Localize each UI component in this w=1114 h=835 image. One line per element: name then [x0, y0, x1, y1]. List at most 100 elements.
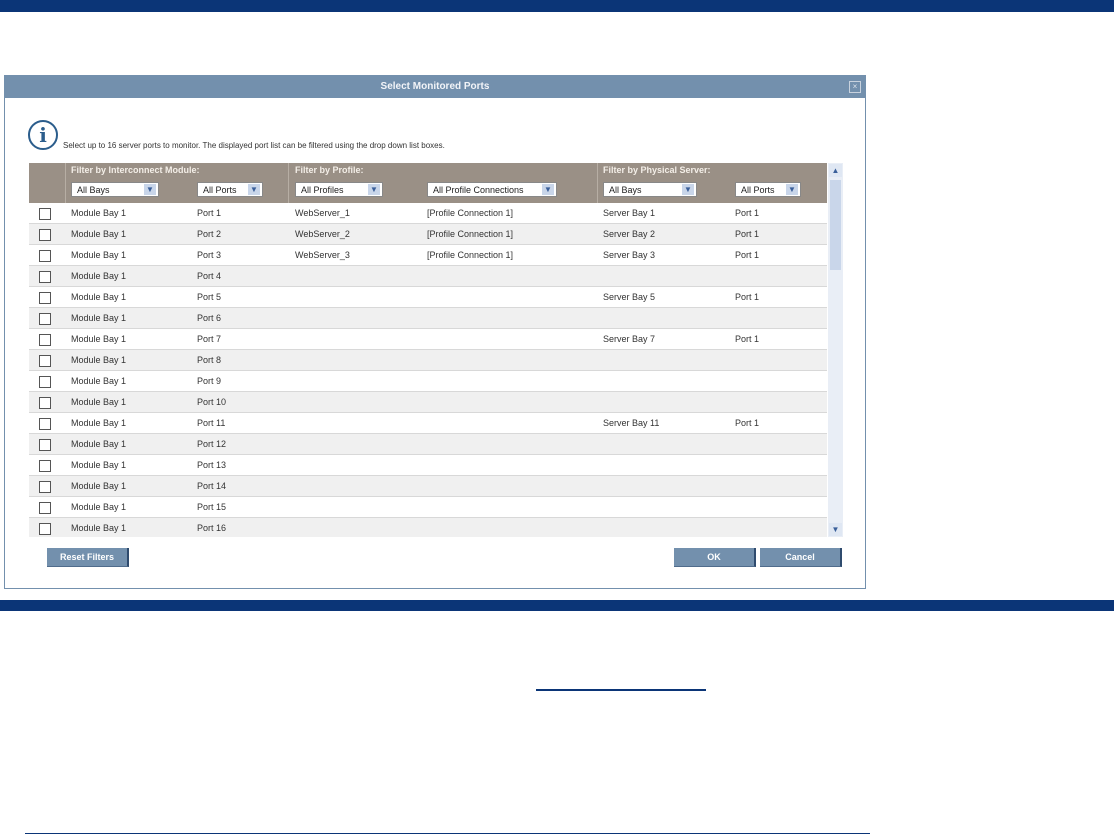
scroll-down-icon[interactable]: ▼ — [829, 523, 842, 536]
module-port-cell: Port 11 — [197, 418, 226, 428]
module-bay-cell: Module Bay 1 — [71, 208, 127, 218]
module-port-cell: Port 6 — [197, 313, 222, 323]
ok-button[interactable]: OK — [674, 548, 756, 567]
bottom-banner — [0, 600, 1114, 611]
server-port-cell: Port 1 — [735, 229, 760, 239]
module-bay-cell: Module Bay 1 — [71, 271, 127, 281]
module-port-cell: Port 10 — [197, 397, 227, 407]
close-icon[interactable]: × — [849, 81, 861, 93]
row-checkbox[interactable] — [39, 376, 51, 388]
vertical-scrollbar[interactable]: ▲ ▼ — [828, 163, 843, 537]
link-underline — [536, 689, 706, 691]
profile-select[interactable]: All Profiles ▼ — [295, 182, 383, 197]
server-port-select[interactable]: All Ports ▼ — [735, 182, 801, 197]
module-filter-label: Filter by Interconnect Module: — [71, 165, 200, 175]
instruction-text: Select up to 16 server ports to monitor.… — [63, 141, 445, 150]
table-row[interactable]: Module Bay 1 Port 16 — [29, 518, 827, 537]
module-bay-cell: Module Bay 1 — [71, 334, 127, 344]
footer-divider — [25, 833, 870, 834]
module-port-select[interactable]: All Ports ▼ — [197, 182, 263, 197]
info-icon: i — [28, 120, 58, 150]
table-row[interactable]: Module Bay 1 Port 11 Server Bay 11 Port 1 — [29, 413, 827, 434]
module-bay-cell: Module Bay 1 — [71, 355, 127, 365]
module-port-cell: Port 4 — [197, 271, 222, 281]
server-bay-select[interactable]: All Bays ▼ — [603, 182, 697, 197]
table-row[interactable]: Module Bay 1 Port 14 — [29, 476, 827, 497]
module-bay-cell: Module Bay 1 — [71, 523, 127, 533]
module-bay-cell: Module Bay 1 — [71, 502, 127, 512]
row-checkbox[interactable] — [39, 502, 51, 514]
module-bay-cell: Module Bay 1 — [71, 418, 127, 428]
filter-header: Filter by Interconnect Module: Filter by… — [29, 163, 827, 203]
row-checkbox[interactable] — [39, 334, 51, 346]
table-row[interactable]: Module Bay 1 Port 12 — [29, 434, 827, 455]
server-bay-cell: Server Bay 2 — [603, 229, 656, 239]
module-bay-cell: Module Bay 1 — [71, 481, 127, 491]
server-port-cell: Port 1 — [735, 208, 760, 218]
table-row[interactable]: Module Bay 1 Port 13 — [29, 455, 827, 476]
module-port-cell: Port 3 — [197, 250, 222, 260]
row-checkbox[interactable] — [39, 523, 51, 535]
row-checkbox[interactable] — [39, 229, 51, 241]
module-port-cell: Port 14 — [197, 481, 227, 491]
select-value: All Ports — [741, 185, 775, 195]
row-checkbox[interactable] — [39, 208, 51, 220]
ports-list: Module Bay 1 Port 1 WebServer_1 [Profile Co… — [29, 203, 827, 537]
reset-filters-button[interactable]: Reset Filters — [47, 548, 129, 567]
server-filter-label: Filter by Physical Server: — [603, 165, 711, 175]
row-checkbox[interactable] — [39, 250, 51, 262]
profile-filter-label: Filter by Profile: — [295, 165, 364, 175]
module-bay-cell: Module Bay 1 — [71, 460, 127, 470]
select-value: All Ports — [203, 185, 237, 195]
server-bay-cell: Server Bay 11 — [603, 418, 660, 428]
table-row[interactable]: Module Bay 1 Port 2 WebServer_2 [Profile Co… — [29, 224, 827, 245]
server-bay-cell: Server Bay 3 — [603, 250, 656, 260]
table-row[interactable]: Module Bay 1 Port 7 Server Bay 7 Port 1 — [29, 329, 827, 350]
top-banner — [0, 0, 1114, 12]
chevron-down-icon: ▼ — [786, 184, 798, 195]
table-row[interactable]: Module Bay 1 Port 3 WebServer_3 [Profile Co… — [29, 245, 827, 266]
server-port-cell: Port 1 — [735, 250, 760, 260]
row-checkbox[interactable] — [39, 313, 51, 325]
module-bay-cell: Module Bay 1 — [71, 292, 127, 302]
ports-table: Filter by Interconnect Module: Filter by… — [29, 163, 827, 537]
table-row[interactable]: Module Bay 1 Port 8 — [29, 350, 827, 371]
scroll-thumb[interactable] — [830, 180, 841, 270]
module-port-cell: Port 9 — [197, 376, 222, 386]
server-port-cell: Port 1 — [735, 292, 760, 302]
module-port-cell: Port 8 — [197, 355, 222, 365]
module-port-cell: Port 5 — [197, 292, 222, 302]
profile-connection-select[interactable]: All Profile Connections ▼ — [427, 182, 557, 197]
module-bay-cell: Module Bay 1 — [71, 313, 127, 323]
table-row[interactable]: Module Bay 1 Port 15 — [29, 497, 827, 518]
row-checkbox[interactable] — [39, 481, 51, 493]
module-bay-select[interactable]: All Bays ▼ — [71, 182, 159, 197]
row-checkbox[interactable] — [39, 292, 51, 304]
dialog-title: Select Monitored Ports — [5, 76, 865, 98]
row-checkbox[interactable] — [39, 355, 51, 367]
module-port-cell: Port 12 — [197, 439, 227, 449]
chevron-down-icon: ▼ — [368, 184, 380, 195]
table-row[interactable]: Module Bay 1 Port 9 — [29, 371, 827, 392]
server-bay-cell: Server Bay 7 — [603, 334, 656, 344]
table-row[interactable]: Module Bay 1 Port 6 — [29, 308, 827, 329]
row-checkbox[interactable] — [39, 460, 51, 472]
scroll-up-icon[interactable]: ▲ — [829, 164, 842, 177]
row-checkbox[interactable] — [39, 439, 51, 451]
chevron-down-icon: ▼ — [542, 184, 554, 195]
module-bay-cell: Module Bay 1 — [71, 376, 127, 386]
cancel-button[interactable]: Cancel — [760, 548, 842, 567]
row-checkbox[interactable] — [39, 418, 51, 430]
row-checkbox[interactable] — [39, 271, 51, 283]
table-row[interactable]: Module Bay 1 Port 1 WebServer_1 [Profile Co… — [29, 203, 827, 224]
profile-connection-cell: [Profile Connection 1] — [427, 208, 514, 218]
profile-connection-cell: [Profile Connection 1] — [427, 229, 514, 239]
module-port-cell: Port 1 — [197, 208, 222, 218]
table-row[interactable]: Module Bay 1 Port 4 — [29, 266, 827, 287]
server-bay-cell: Server Bay 1 — [603, 208, 656, 218]
chevron-down-icon: ▼ — [682, 184, 694, 195]
table-row[interactable]: Module Bay 1 Port 10 — [29, 392, 827, 413]
profile-cell: WebServer_2 — [295, 229, 350, 239]
table-row[interactable]: Module Bay 1 Port 5 Server Bay 5 Port 1 — [29, 287, 827, 308]
row-checkbox[interactable] — [39, 397, 51, 409]
